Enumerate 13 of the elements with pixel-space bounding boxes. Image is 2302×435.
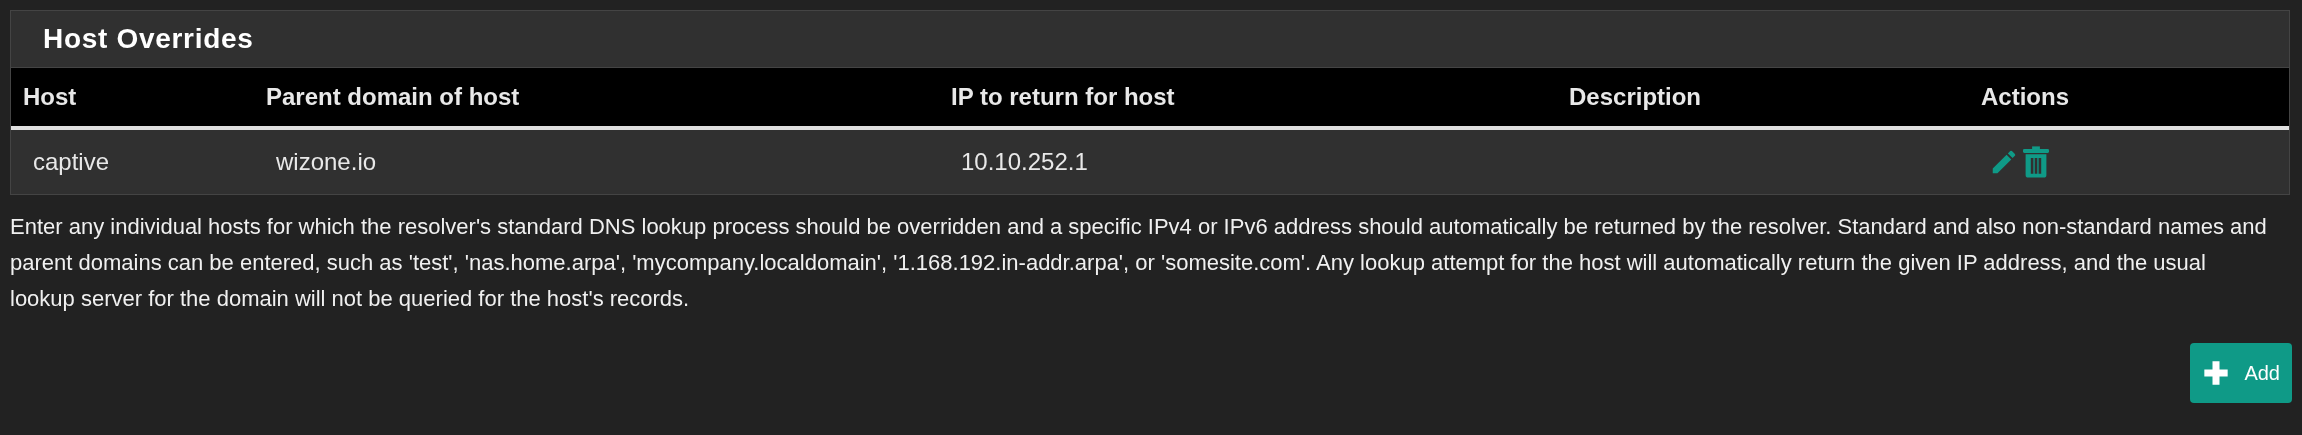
column-header: Host: [23, 82, 77, 112]
column-header: Description: [1569, 82, 1702, 112]
table-cell-text: captive: [33, 147, 110, 177]
column-header: IP to return for host: [951, 82, 1175, 112]
column-header: Actions: [1981, 82, 2069, 112]
plus-icon: [2202, 359, 2231, 387]
table-cell-text: wizone.io: [276, 147, 377, 177]
column-header: Parent domain of host: [266, 82, 520, 112]
panel-title: Host Overrides: [43, 22, 254, 56]
table-cell-text: 10.10.252.1: [961, 147, 1088, 177]
trash-icon[interactable]: [2023, 146, 2049, 178]
add-button[interactable]: Add: [2190, 343, 2292, 403]
help-text: Enter any individual hosts for which the resolver's standard DNS lookup process should be overridden and a specific IPv4 or IPv6 address should automatically be returned by the resolver. Standard and also non-standard names and parent domains can be entered, such as 'test', 'nas.home.arpa', 'mycompany.localdomain', '1.168.192.in-addr.arpa', or 'somesite.com'. Any lookup attempt for the host will automatically return the given IP address, and the usual lookup server for the domain will not be queried for the host's records.: [10, 213, 2268, 313]
